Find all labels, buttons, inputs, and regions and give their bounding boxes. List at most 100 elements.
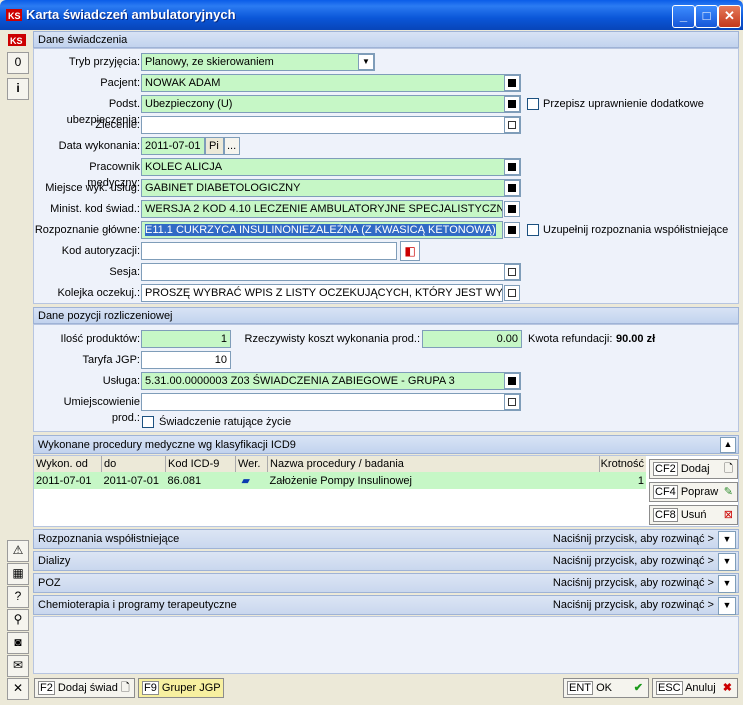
ratujace-label: Świadczenie ratujące życie xyxy=(159,416,292,428)
table-row[interactable]: 2011-07-01 2011-07-01 86.081 ▰ Założenie… xyxy=(34,472,646,489)
chevron-up-icon[interactable]: ▲ xyxy=(720,437,736,453)
zlecenie-field[interactable] xyxy=(141,116,521,134)
ratujace-checkbox[interactable] xyxy=(142,416,154,428)
kod-label: Kod autoryzacji: xyxy=(61,245,140,257)
kolejka-label: Kolejka oczekuj.: xyxy=(57,287,140,299)
dializy-title: Dializy xyxy=(38,555,71,567)
poz-hint: Naciśnij przycisk, aby rozwinąć > xyxy=(552,577,714,589)
data-label: Data wykonania: xyxy=(58,140,140,152)
table-header-row: Wykon. od do Kod ICD-9 Wer. Nazwa proced… xyxy=(34,456,646,472)
popraw-button[interactable]: CF4 Popraw ✎ xyxy=(649,482,738,502)
umiejsc-field[interactable] xyxy=(141,393,521,411)
sesja-field[interactable] xyxy=(141,263,521,281)
search-icon[interactable]: ⚲ xyxy=(7,609,29,631)
koszt-field[interactable]: 0.00 xyxy=(422,330,522,348)
pacjent-select-button[interactable] xyxy=(504,75,520,91)
info-button[interactable]: i xyxy=(7,78,29,100)
uzupelnij-checkbox[interactable] xyxy=(527,224,539,236)
sesja-select-button[interactable] xyxy=(504,264,520,280)
anuluj-button[interactable]: ESC Anuluj ✖ xyxy=(652,678,738,698)
col-header-kod: Kod ICD-9 xyxy=(165,456,236,472)
authorize-card-icon[interactable]: ◧ xyxy=(400,241,420,261)
left-toolbar: KS 0 i ⚠ ▦ ? ⚲ ◙ ✉ ✕ xyxy=(5,30,29,702)
rozpoznania-collapsible: Rozpoznania współistniejące Naciśnij prz… xyxy=(33,529,739,549)
pacjent-field[interactable]: NOWAK ADAM xyxy=(141,74,521,92)
main-window: KS Karta świadczeń ambulatoryjnych _ □ ✕… xyxy=(0,0,743,705)
close-window-button[interactable]: ✕ xyxy=(718,5,741,28)
usluga-field[interactable]: 5.31.00.0000003 Z03 ŚWIADCZENIA ZABIEGOW… xyxy=(141,372,521,390)
tryb-select[interactable]: Planowy, ze skierowaniem xyxy=(141,53,375,71)
f2-key: F2 xyxy=(38,681,55,695)
taryfa-field[interactable]: 10 xyxy=(141,351,231,369)
warning-icon[interactable]: ⚠ xyxy=(7,540,29,562)
ilosc-field[interactable]: 1 xyxy=(141,330,231,348)
zlecenie-select-button[interactable] xyxy=(504,117,520,133)
rozpoznanie-selected-text: E11.1 CUKRZYCA INSULINONIEZALEŻNA (Z KWA… xyxy=(145,224,496,236)
miejsce-field[interactable]: GABINET DIABETOLOGICZNY xyxy=(141,179,521,197)
zero-button[interactable]: 0 xyxy=(7,52,29,74)
date-picker-button[interactable]: ... xyxy=(224,137,240,155)
dodaj-swiad-button[interactable]: F2 Dodaj świad 🗋 xyxy=(34,678,135,698)
minist-field[interactable]: WERSJA 2 KOD 4.10 LECZENIE AMBULATORYJNE… xyxy=(141,200,503,218)
usun-button[interactable]: CF8 Usuń ⊠ xyxy=(649,505,738,525)
sesja-label: Sesja: xyxy=(109,266,140,278)
expand-chemioterapia-button[interactable]: ▼ xyxy=(718,597,736,615)
data-field[interactable]: 2011-07-01 xyxy=(141,137,205,155)
umiejsc-select-button[interactable] xyxy=(504,394,520,410)
col-header-nazwa: Nazwa procedury / badania xyxy=(267,456,600,472)
pracownik-select-button[interactable] xyxy=(504,159,520,175)
podst-field[interactable]: Ubezpieczony (U) xyxy=(141,95,521,113)
cell-nazwa: Założenie Pompy Insulinowej xyxy=(269,474,412,487)
chemioterapia-collapsible: Chemioterapia i programy terapeutyczne N… xyxy=(33,595,739,615)
pracownik-field[interactable]: KOLEC ALICJA xyxy=(141,158,521,176)
title-bar: KS Karta świadczeń ambulatoryjnych _ □ ✕ xyxy=(0,0,743,30)
calculator-icon[interactable]: ▦ xyxy=(7,563,29,585)
expand-poz-button[interactable]: ▼ xyxy=(718,575,736,593)
uzupelnij-label: Uzupełnij rozpoznania współistniejące xyxy=(543,224,729,236)
rozpoznanie-label: Rozpoznanie główne: xyxy=(34,224,140,236)
col-header-do: do xyxy=(101,456,166,472)
cell-wykon-od: 2011-07-01 xyxy=(36,474,92,487)
dializy-hint: Naciśnij przycisk, aby rozwinąć > xyxy=(552,555,714,567)
tryb-label: Tryb przyjęcia: xyxy=(68,56,140,68)
zlecenie-label: Zlecenie: xyxy=(95,119,140,131)
maximize-button[interactable]: □ xyxy=(695,5,718,28)
podst-select-button[interactable] xyxy=(504,96,520,112)
koszt-label: Rzeczywisty koszt wykonania prod.: xyxy=(244,333,420,345)
mail-icon[interactable]: ✉ xyxy=(7,655,29,677)
expand-dializy-button[interactable]: ▼ xyxy=(718,553,736,571)
checkmark-icon: ✔ xyxy=(633,682,643,694)
minimize-button[interactable]: _ xyxy=(672,5,695,28)
dane-pozycji-panel: Ilość produktów: 1 Rzeczywisty koszt wyk… xyxy=(33,324,739,432)
miejsce-select-button[interactable] xyxy=(504,180,520,196)
rozpoznanie-select-button[interactable] xyxy=(504,222,520,238)
expand-rozpoznania-button[interactable]: ▼ xyxy=(718,531,736,549)
minist-select-button[interactable] xyxy=(504,201,520,217)
minist-label: Minist. kod świad.: xyxy=(50,203,140,215)
rozpoznanie-field[interactable]: E11.1 CUKRZYCA INSULINONIEZALEŻNA (Z KWA… xyxy=(141,221,503,239)
ok-button[interactable]: ENT OK ✔ xyxy=(563,678,649,698)
ok-label: OK xyxy=(596,682,612,694)
przepisz-checkbox[interactable] xyxy=(527,98,539,110)
dodaj-button[interactable]: CF2 Dodaj 🗋 xyxy=(649,459,738,479)
pacjent-label: Pacjent: xyxy=(100,77,140,89)
kod-field[interactable] xyxy=(141,242,397,260)
usluga-select-button[interactable] xyxy=(504,373,520,389)
camera-icon[interactable]: ◙ xyxy=(7,632,29,654)
rozpoznania-hint: Naciśnij przycisk, aby rozwinąć > xyxy=(552,533,714,545)
close-icon[interactable]: ✕ xyxy=(7,678,29,700)
kolejka-select-button[interactable] xyxy=(504,285,520,301)
help-button[interactable]: ? xyxy=(7,586,29,608)
kwota-value: 90.00 zł xyxy=(616,333,656,345)
section-procedury: Wykonane procedury medyczne wg klasyfika… xyxy=(33,435,739,454)
gruper-jgp-button[interactable]: F9 Gruper JGP xyxy=(138,678,224,698)
cell-krotnosc: 1 xyxy=(637,474,644,487)
kolejka-field[interactable]: PROSZĘ WYBRAĆ WPIS Z LISTY OCZEKUJĄCYCH,… xyxy=(141,284,503,302)
col-header-krotnosc: Krotność xyxy=(600,458,644,470)
data-day: Pi xyxy=(205,137,224,155)
kwota-label: Kwota refundacji: xyxy=(528,333,613,345)
chevron-down-icon[interactable]: ▼ xyxy=(358,54,374,70)
ilosc-label: Ilość produktów: xyxy=(60,333,140,345)
new-doc-icon: 🗋 xyxy=(724,463,733,475)
svg-text:KS: KS xyxy=(8,11,21,21)
